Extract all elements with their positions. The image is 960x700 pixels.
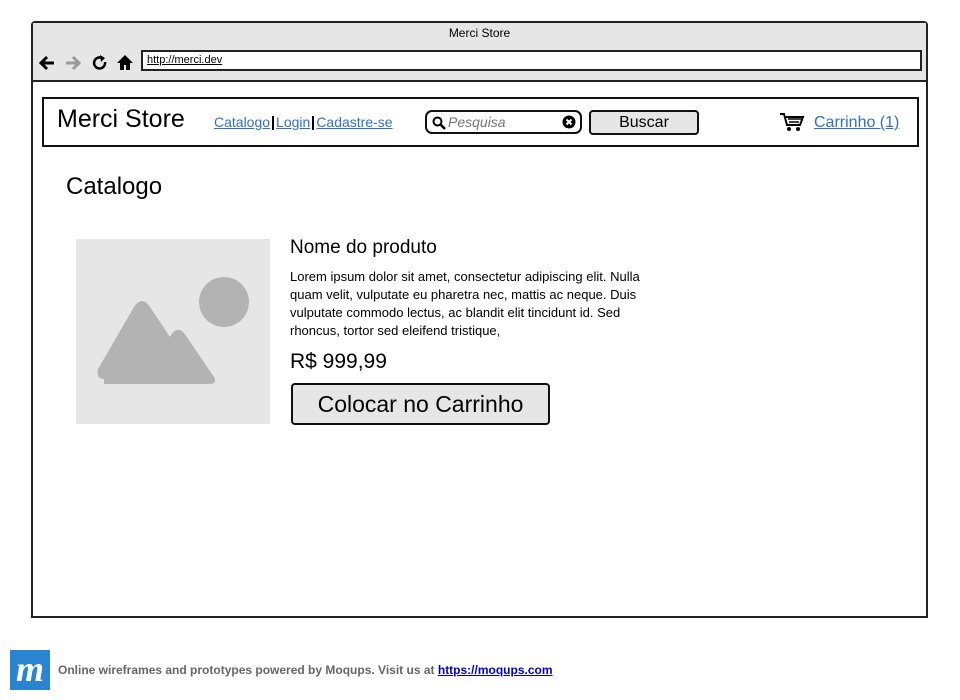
back-button[interactable] — [37, 53, 57, 73]
page-title: Catalogo — [66, 173, 163, 200]
search-box — [425, 110, 582, 134]
reload-icon — [92, 55, 107, 70]
image-placeholder-icon — [97, 277, 249, 384]
clear-icon[interactable] — [562, 115, 576, 129]
search-button[interactable]: Buscar — [589, 110, 699, 135]
moqups-logo: m — [10, 650, 50, 690]
search-input[interactable] — [448, 114, 558, 130]
header-nav: Catalogo Login Cadastre-se — [214, 114, 393, 131]
product-description: Lorem ipsum dolor sit amet, consectetur … — [290, 269, 640, 338]
footer-text: Online wireframes and prototypes powered… — [58, 663, 553, 677]
footer-caption: Online wireframes and prototypes powered… — [58, 663, 438, 677]
nav-separator — [312, 116, 315, 131]
reload-button[interactable] — [90, 53, 110, 73]
product-price: R$ 999,99 — [290, 350, 387, 373]
arrow-left-icon — [38, 55, 54, 71]
nav-link-login[interactable]: Login — [276, 114, 310, 130]
cart-link[interactable]: Carrinho (1) — [814, 114, 899, 132]
product-image — [76, 239, 270, 424]
arrow-right-icon — [66, 55, 82, 71]
search-icon — [432, 116, 446, 130]
moqups-link[interactable]: https://moqups.com — [438, 663, 553, 677]
site-header: Merci Store Catalogo Login Cadastre-se Bus… — [42, 97, 919, 147]
browser-chrome: Merci Store http://merci.dev — [33, 23, 926, 82]
forward-button[interactable] — [63, 53, 83, 73]
window-title: Merci Store — [448, 26, 511, 40]
nav-link-cadastre[interactable]: Cadastre-se — [316, 114, 392, 130]
home-button[interactable] — [115, 53, 135, 73]
site-brand: Merci Store — [57, 105, 185, 133]
nav-separator — [272, 116, 275, 131]
url-bar[interactable]: http://merci.dev — [141, 50, 922, 71]
shopping-cart-icon[interactable] — [779, 112, 805, 132]
browser-window: Merci Store http://merci.dev Merci Store — [31, 21, 928, 618]
add-to-cart-button[interactable]: Colocar no Carrinho — [291, 383, 550, 425]
home-icon — [117, 55, 133, 70]
product-name: Nome do produto — [290, 237, 437, 258]
nav-link-catalogo[interactable]: Catalogo — [214, 114, 270, 130]
